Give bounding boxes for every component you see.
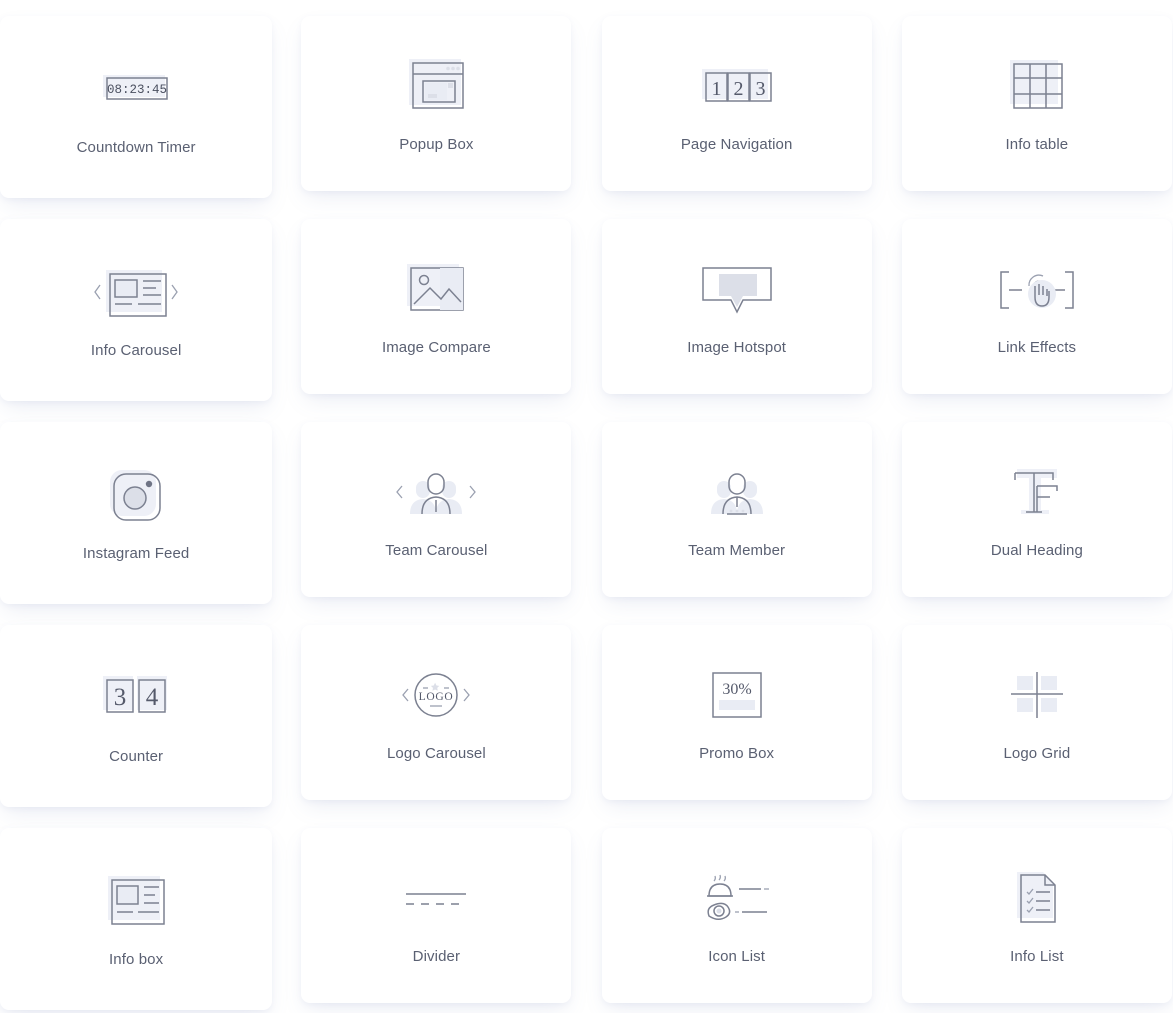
grid-cell: Image Compare xyxy=(300,211,572,414)
widget-card-countdown-timer[interactable]: 08:23:45 Countdown Timer xyxy=(0,16,273,198)
widget-label: Icon List xyxy=(708,947,765,965)
widget-label: Popup Box xyxy=(399,135,474,153)
widget-label: Page Navigation xyxy=(680,135,793,153)
widget-card-info-table[interactable]: Info table xyxy=(901,16,1172,191)
page-number-1: 1 xyxy=(711,78,721,100)
instagram-feed-icon xyxy=(106,463,166,529)
widget-card-team-carousel[interactable]: Team Carousel xyxy=(301,422,572,597)
widget-card-image-hotspot[interactable]: Image Hotspot xyxy=(601,219,872,394)
widget-label: Instagram Feed xyxy=(82,545,190,562)
widget-card-popup-box[interactable]: Popup Box xyxy=(301,16,572,191)
grid-cell: Info box xyxy=(0,820,273,1013)
logo-grid-icon xyxy=(1005,663,1069,729)
icon-list-icon xyxy=(699,866,775,932)
info-box-icon xyxy=(104,869,168,935)
widget-card-counter[interactable]: 3 4 Counter xyxy=(0,625,273,807)
grid-cell: Image Hotspot xyxy=(601,211,873,414)
widget-card-info-box[interactable]: Info box xyxy=(0,828,273,1010)
widget-label: Info box xyxy=(109,951,164,968)
grid-cell: Logo Grid xyxy=(901,617,1173,820)
grid-cell: Popup Box xyxy=(300,8,572,211)
widget-card-instagram-feed[interactable]: Instagram Feed xyxy=(0,422,273,604)
widget-card-link-effects[interactable]: Link Effects xyxy=(901,219,1172,394)
widget-card-info-list[interactable]: Info List xyxy=(901,828,1172,1003)
info-list-icon xyxy=(1009,866,1065,932)
grid-cell: Instagram Feed xyxy=(0,414,273,617)
grid-cell: Info table xyxy=(901,8,1173,211)
widget-label: Team Carousel xyxy=(385,541,488,559)
grid-cell: Link Effects xyxy=(901,211,1173,414)
image-compare-icon xyxy=(403,257,469,323)
widget-label: Image Compare xyxy=(381,338,491,356)
grid-cell: Icon List xyxy=(601,820,873,1013)
widget-card-dual-heading[interactable]: Dual Heading xyxy=(901,422,1172,597)
widget-grid: 08:23:45 Countdown Timer Popup Box 1 2 3… xyxy=(0,0,1173,1013)
logo-carousel-icon: LOGO xyxy=(391,663,481,729)
page-navigation-icon: 1 2 3 xyxy=(696,54,778,120)
widget-card-image-compare[interactable]: Image Compare xyxy=(301,219,572,394)
grid-cell: 1 2 3 Page Navigation xyxy=(601,8,873,211)
grid-cell: Team Carousel xyxy=(300,414,572,617)
widget-card-info-carousel[interactable]: Info Carousel xyxy=(0,219,273,401)
widget-card-icon-list[interactable]: Icon List xyxy=(601,828,872,1003)
promo-box-icon: 30% xyxy=(705,663,769,729)
info-table-icon xyxy=(1006,54,1068,120)
widget-card-page-navigation[interactable]: 1 2 3 Page Navigation xyxy=(601,16,872,191)
widget-card-promo-box[interactable]: 30% Promo Box xyxy=(601,625,872,800)
grid-cell: LOGO Logo Carousel xyxy=(300,617,572,820)
logo-carousel-text: LOGO xyxy=(419,691,454,703)
widget-label: Promo Box xyxy=(699,744,775,762)
grid-cell: 08:23:45 Countdown Timer xyxy=(0,8,273,211)
dual-heading-icon xyxy=(1005,460,1069,526)
countdown-timer-value: 08:23:45 xyxy=(107,83,167,97)
countdown-timer-icon: 08:23:45 xyxy=(99,57,173,123)
popup-box-icon xyxy=(403,54,469,120)
promo-box-value: 30% xyxy=(722,681,751,698)
grid-cell: 3 4 Counter xyxy=(0,617,273,820)
counter-digit-2: 4 xyxy=(146,684,159,711)
grid-cell: Info List xyxy=(901,820,1173,1013)
widget-card-logo-carousel[interactable]: LOGO Logo Carousel xyxy=(301,625,572,800)
widget-label: Info List xyxy=(1010,947,1064,965)
widget-label: Image Hotspot xyxy=(687,338,787,356)
counter-digit-1: 3 xyxy=(114,684,127,711)
link-effects-icon xyxy=(995,257,1079,323)
widget-label: Link Effects xyxy=(997,338,1077,356)
widget-card-divider[interactable]: Divider xyxy=(301,828,572,1003)
page-number-3: 3 xyxy=(755,78,765,100)
info-carousel-icon xyxy=(90,260,182,326)
widget-label: Dual Heading xyxy=(990,541,1083,559)
widget-label: Info Carousel xyxy=(90,342,182,359)
divider-icon xyxy=(400,866,472,932)
widget-label: Team Member xyxy=(688,541,786,559)
grid-cell: 30% Promo Box xyxy=(601,617,873,820)
widget-card-logo-grid[interactable]: Logo Grid xyxy=(901,625,1172,800)
widget-label: Divider xyxy=(412,947,461,965)
widget-label: Countdown Timer xyxy=(76,139,196,156)
grid-cell: Team Member xyxy=(601,414,873,617)
image-hotspot-icon xyxy=(697,257,777,323)
widget-label: Info table xyxy=(1005,135,1069,153)
team-member-icon xyxy=(695,460,779,526)
widget-card-team-member[interactable]: Team Member xyxy=(601,422,872,597)
grid-cell: Info Carousel xyxy=(0,211,273,414)
counter-icon: 3 4 xyxy=(101,666,171,732)
widget-label: Logo Grid xyxy=(1003,744,1071,762)
widget-label: Logo Carousel xyxy=(386,744,486,762)
team-carousel-icon xyxy=(386,460,486,526)
grid-cell: Divider xyxy=(300,820,572,1013)
widget-label: Counter xyxy=(109,748,164,765)
grid-cell: Dual Heading xyxy=(901,414,1173,617)
page-number-2: 2 xyxy=(733,78,743,100)
